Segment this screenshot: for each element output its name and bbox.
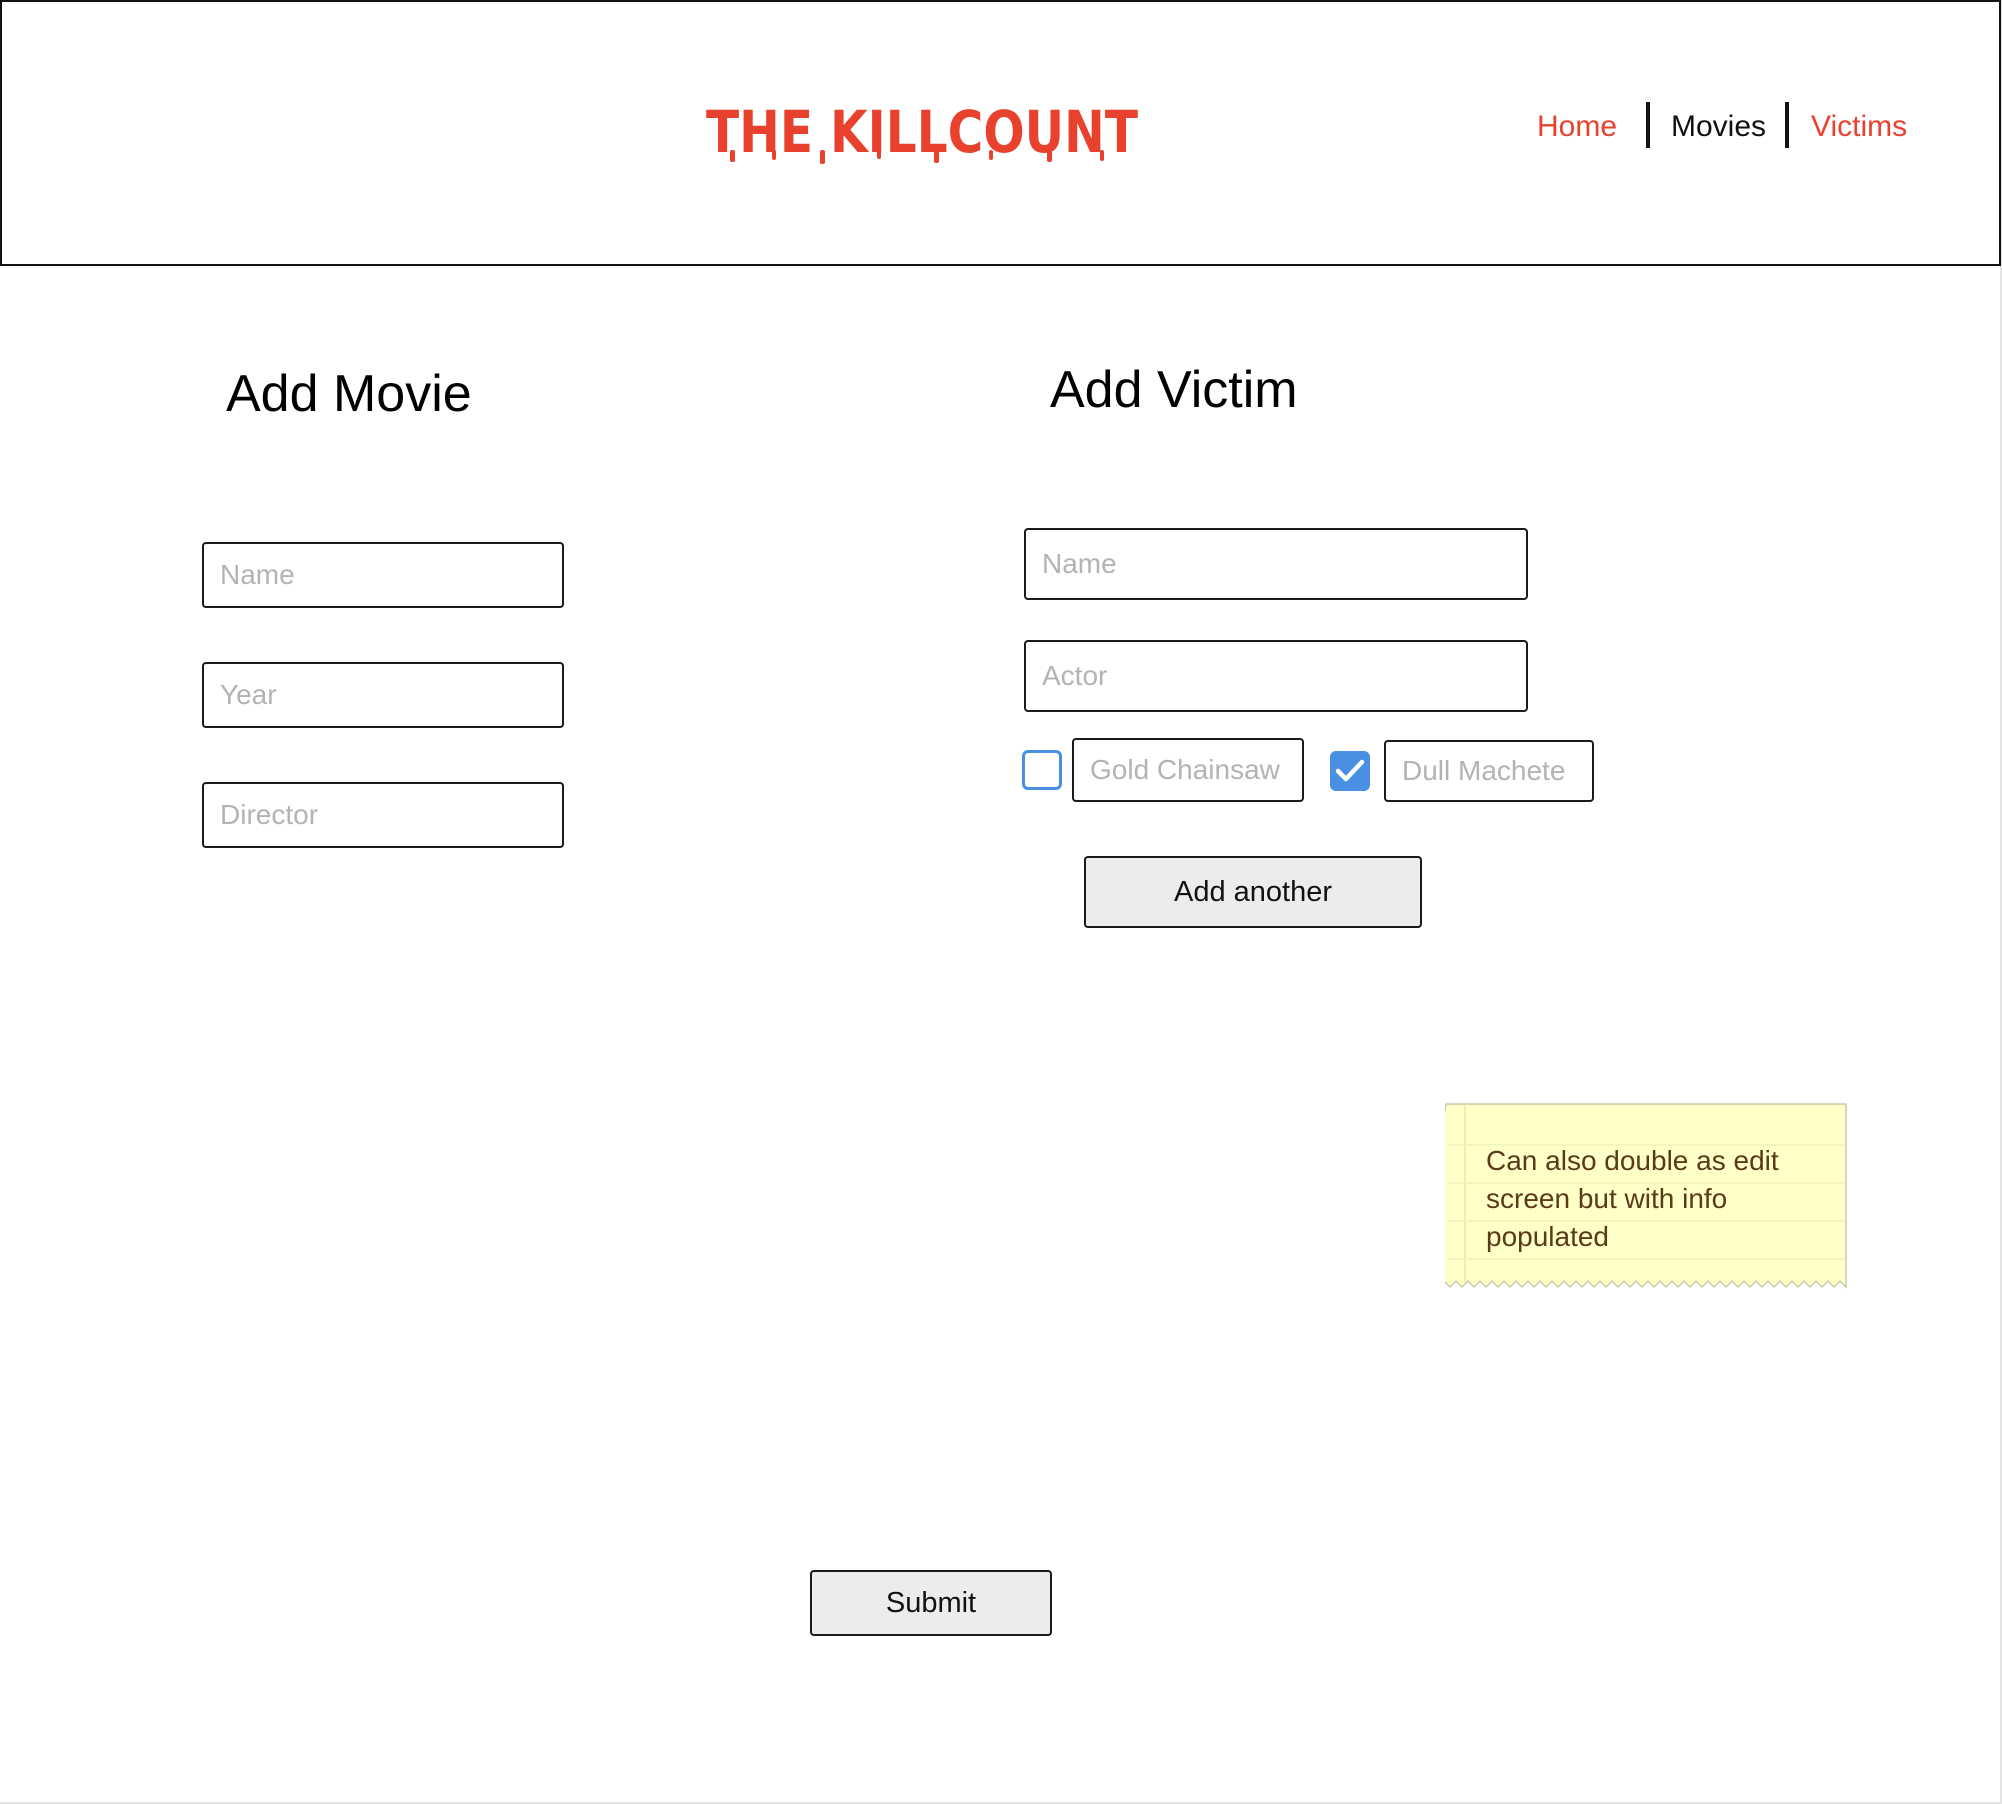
gold-chainsaw-checkbox[interactable]: [1022, 750, 1062, 790]
nav-divider: [1785, 102, 1789, 148]
logo-text: THE KILLCOUNT: [706, 98, 1138, 166]
nav-home[interactable]: Home: [1537, 100, 1617, 154]
add-another-button[interactable]: Add another: [1084, 856, 1422, 928]
nav-victims[interactable]: Victims: [1811, 100, 1907, 154]
victim-name-input[interactable]: [1024, 528, 1528, 600]
weapon-input-dull-machete[interactable]: [1384, 740, 1594, 802]
site-logo[interactable]: THE KILLCOUNT: [702, 98, 1142, 166]
add-movie-heading: Add Movie: [226, 365, 472, 423]
victim-actor-input[interactable]: [1024, 640, 1528, 712]
nav-movies[interactable]: Movies: [1671, 100, 1766, 154]
add-victim-heading: Add Victim: [1050, 361, 1298, 419]
submit-button[interactable]: Submit: [810, 1570, 1052, 1636]
movie-director-input[interactable]: [202, 782, 564, 848]
page-frame: [0, 0, 2002, 1804]
movie-year-input[interactable]: [202, 662, 564, 728]
nav-divider: [1646, 102, 1650, 148]
movie-name-input[interactable]: [202, 542, 564, 608]
weapon-input-gold-chainsaw[interactable]: [1072, 738, 1304, 802]
dull-machete-checkbox[interactable]: [1330, 751, 1370, 791]
site-header: THE KILLCOUNT Home Movies Victims: [0, 0, 2001, 266]
sticky-note-text: Can also double as edit screen but with …: [1486, 1145, 1779, 1252]
checkmark-icon: [1335, 759, 1365, 782]
